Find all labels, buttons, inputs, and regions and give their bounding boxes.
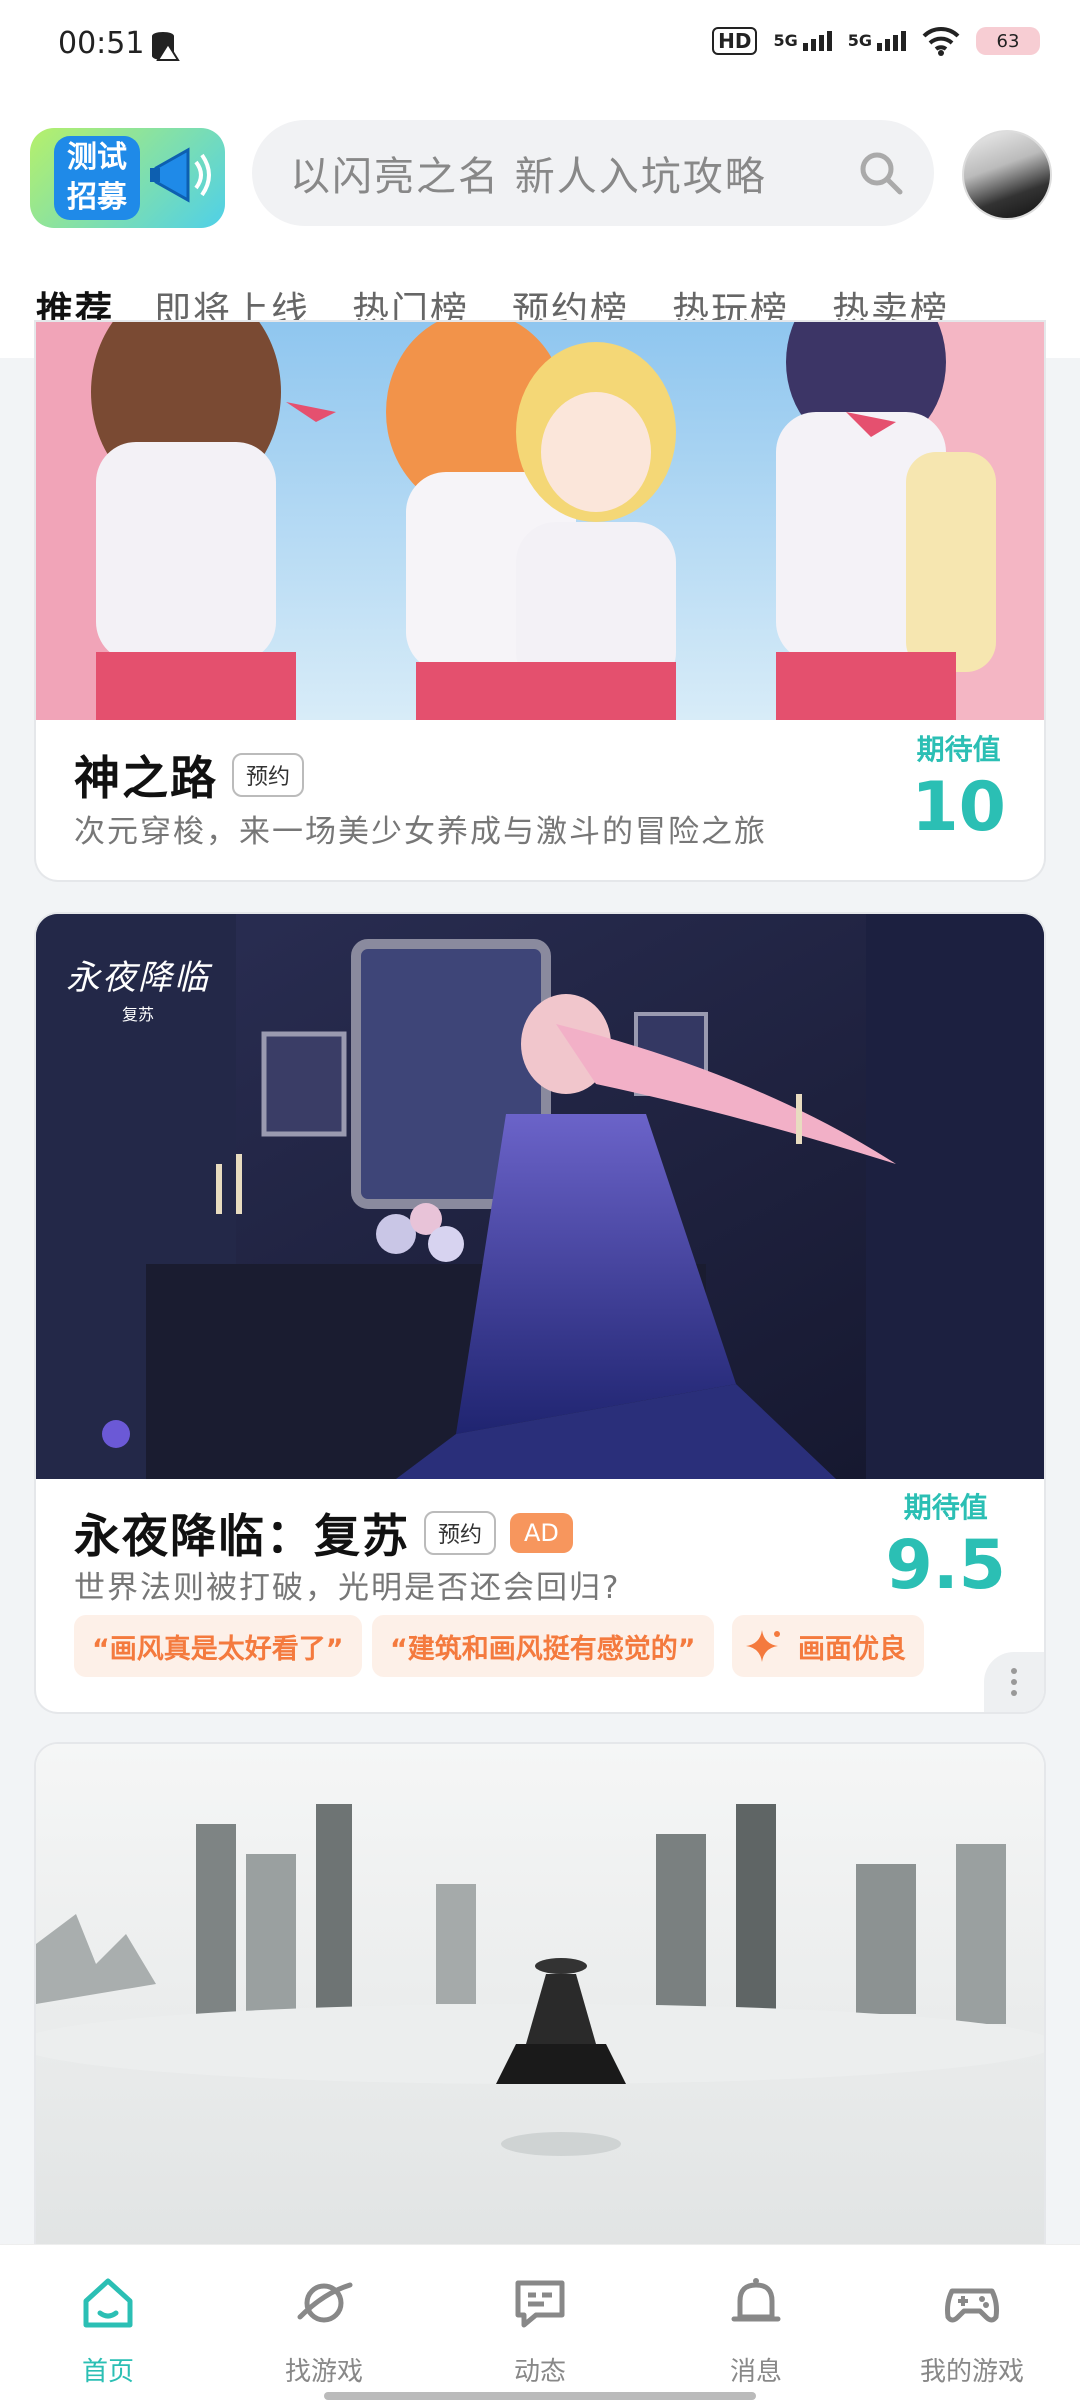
game-banner-image[interactable] [36, 322, 1044, 720]
home-icon [83, 2278, 133, 2328]
status-indicators: HD 5G 5G 63 [712, 26, 1040, 56]
home-indicator[interactable] [324, 2392, 756, 2400]
megaphone-icon [150, 147, 211, 203]
nav-label: 动态 [513, 2357, 566, 2387]
search-placeholder: 以闪亮之名 新人入坑攻略 [290, 154, 767, 200]
nav-label: 首页 [81, 2357, 134, 2387]
game-title[interactable]: 永夜降临：复苏 [74, 1500, 410, 1566]
game-title-row: 永夜降临：复苏 预约 AD [74, 1500, 573, 1566]
game-title-row: 神之路 预约 [74, 742, 305, 808]
ad-badge: AD [510, 1513, 573, 1553]
game-logo-subtitle: 复苏 [121, 1005, 154, 1024]
nav-label: 找游戏 [284, 2357, 363, 2387]
header: 测试 招募 以闪亮之名 新人入坑攻略 [0, 90, 1080, 250]
wifi-icon [922, 26, 960, 56]
signal-label-2: 5G [847, 31, 872, 50]
promo-text: 测试 招募 [54, 136, 140, 220]
chat-icon [515, 2280, 565, 2328]
expectation-score: 期待值 10 [911, 728, 1006, 848]
battery-indicator: 63 [976, 27, 1040, 55]
signal-icon-2: 5G [848, 31, 906, 51]
search-bar[interactable]: 以闪亮之名 新人入坑攻略 [252, 120, 934, 226]
anime-banner-art [36, 322, 1044, 720]
nav-home[interactable]: 首页 [0, 2245, 216, 2405]
nav-feed[interactable]: 动态 [432, 2245, 648, 2405]
review-chip-highlight[interactable]: 画面优良 [732, 1615, 924, 1677]
nav-label: 我的游戏 [919, 2357, 1024, 2387]
game-logo: 永夜降临 复苏 [66, 950, 210, 1025]
expectation-score: 期待值 9.5 [886, 1486, 1006, 1606]
nav-label: 消息 [729, 2357, 782, 2387]
game-description: 次元穿梭，来一场美少女养成与激斗的冒险之旅 [74, 814, 767, 850]
nav-find-games[interactable]: 找游戏 [216, 2245, 432, 2405]
expectation-label: 期待值 [903, 1491, 988, 1524]
sparkle-icon [746, 1630, 780, 1662]
expectation-value: 10 [911, 768, 1006, 847]
review-chip-label: 画面优良 [798, 1633, 906, 1665]
game-card[interactable] [36, 1744, 1044, 2304]
search-icon[interactable] [858, 150, 904, 196]
game-card[interactable]: 永夜降临 复苏 永夜降临：复苏 预约 AD 世界法则被打破，光明是否还会回归? … [36, 914, 1044, 1712]
avatar[interactable] [962, 130, 1052, 220]
bottom-navigation: 首页 找游戏 动态 消息 我的游戏 [0, 2244, 1080, 2405]
promo-line-2: 招募 [67, 180, 127, 215]
review-chip[interactable]: “画风真是太好看了” [74, 1615, 362, 1677]
status-time: 00:51 [58, 26, 145, 61]
signal-icon: 5G [773, 31, 832, 51]
game-description: 世界法则被打破，光明是否还会回归? [74, 1570, 621, 1606]
test-recruit-banner[interactable]: 测试 招募 [30, 128, 225, 228]
reserve-tag: 预约 [232, 753, 305, 797]
expectation-value: 9.5 [885, 1526, 1006, 1605]
gamepad-icon [945, 2288, 999, 2323]
review-chip[interactable]: “建筑和画风挺有感觉的” [372, 1615, 714, 1677]
nav-messages[interactable]: 消息 [648, 2245, 864, 2405]
hd-badge: HD [712, 27, 758, 55]
expectation-label: 期待值 [916, 733, 1001, 766]
game-logo-title: 永夜降临 [66, 958, 210, 998]
signal-label: 5G [773, 31, 798, 50]
game-banner-image[interactable]: 永夜降临 复苏 [36, 914, 1044, 1479]
reserve-tag: 预约 [424, 1511, 497, 1555]
game-title[interactable]: 神之路 [74, 742, 218, 808]
promo-line-1: 测试 [67, 140, 127, 175]
nav-my-games[interactable]: 我的游戏 [864, 2245, 1080, 2405]
more-options-button[interactable] [984, 1652, 1044, 1712]
game-banner-image[interactable] [36, 1744, 1044, 2304]
planet-icon [297, 2282, 353, 2323]
game-card[interactable]: 神之路 预约 次元穿梭，来一场美少女养成与激斗的冒险之旅 期待值 10 [36, 322, 1044, 880]
database-icon [152, 32, 180, 61]
bell-icon [731, 2278, 781, 2322]
ink-landscape-art [36, 1744, 1044, 2304]
status-bar: 00:51 HD 5G 5G 63 [0, 0, 1080, 90]
